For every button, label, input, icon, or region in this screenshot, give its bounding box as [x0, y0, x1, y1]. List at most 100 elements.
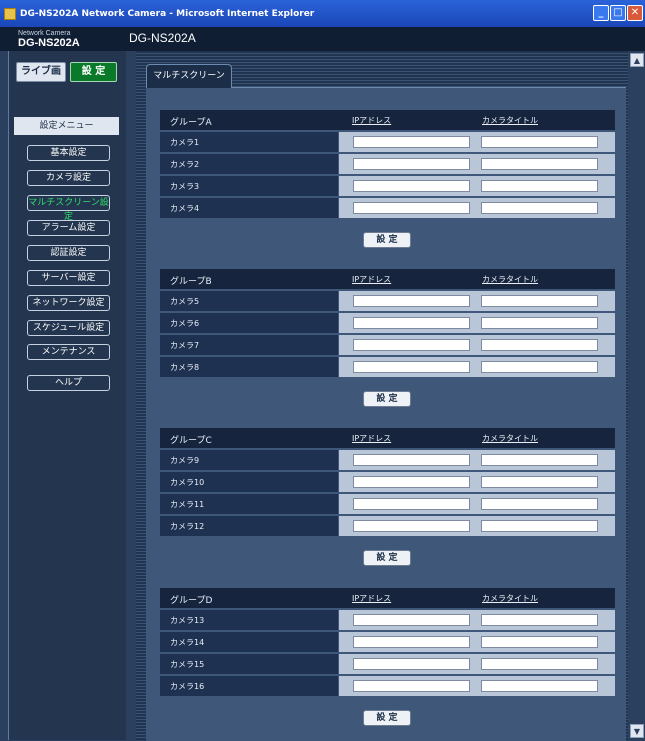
- camera-name: カメラ8: [170, 363, 200, 372]
- camera-title-field[interactable]: [481, 158, 598, 170]
- camera-row-label: カメラ7: [160, 335, 338, 355]
- camera-row-label: カメラ9: [160, 450, 338, 470]
- camera-title-field[interactable]: [481, 454, 598, 466]
- set-button[interactable]: 設 定: [363, 710, 411, 726]
- menu-item-7[interactable]: ネットワーク設定: [27, 295, 110, 311]
- camera-row-label: カメラ6: [160, 313, 338, 333]
- camera-name: カメラ7: [170, 341, 200, 350]
- ip-address-field[interactable]: [353, 658, 470, 670]
- window-titlebar: DG-NS202A Network Camera - Microsoft Int…: [0, 0, 645, 27]
- scrollbar[interactable]: ▲ ▼: [629, 51, 645, 740]
- group-name: グループA: [170, 118, 212, 128]
- ip-address-field[interactable]: [353, 520, 470, 532]
- ip-address-field[interactable]: [353, 202, 470, 214]
- camera-title-field[interactable]: [481, 520, 598, 532]
- menu-item-8[interactable]: スケジュール設定: [27, 320, 110, 336]
- ip-address-field[interactable]: [353, 295, 470, 307]
- camera-name: カメラ11: [170, 500, 205, 509]
- maximize-icon[interactable]: □: [610, 5, 626, 21]
- group-name: グループB: [170, 277, 212, 287]
- ip-address-field[interactable]: [353, 180, 470, 192]
- scroll-up-icon[interactable]: ▲: [630, 53, 644, 67]
- scroll-down-icon[interactable]: ▼: [630, 724, 644, 738]
- set-button[interactable]: 設 定: [363, 550, 411, 566]
- ip-address-field[interactable]: [353, 680, 470, 692]
- camera-title-field[interactable]: [481, 658, 598, 670]
- brand-logo: DG-NS202A: [18, 37, 80, 49]
- camera-row-label: カメラ14: [160, 632, 338, 652]
- camera-name: カメラ1: [170, 138, 200, 147]
- menu-item-9[interactable]: メンテナンス: [27, 344, 110, 360]
- camera-row-label: カメラ4: [160, 198, 338, 218]
- camera-title-field[interactable]: [481, 339, 598, 351]
- camera-title-header: カメラタイトル: [482, 434, 538, 443]
- camera-name: カメラ9: [170, 456, 200, 465]
- camera-name: カメラ2: [170, 160, 200, 169]
- ip-address-field[interactable]: [353, 339, 470, 351]
- camera-row-label: カメラ1: [160, 132, 338, 152]
- ip-address-header: IPアドレス: [352, 116, 392, 125]
- live-mode-button[interactable]: ライブ画: [16, 62, 66, 82]
- setup-mode-button[interactable]: 設 定: [70, 62, 117, 82]
- menu-item-4[interactable]: アラーム設定: [27, 220, 110, 236]
- minimize-icon[interactable]: _: [593, 5, 609, 21]
- menu-item-6[interactable]: サーバー設定: [27, 270, 110, 286]
- camera-name: カメラ14: [170, 638, 205, 647]
- settings-menu-title: 設定メニュー: [14, 117, 119, 135]
- camera-title-field[interactable]: [481, 361, 598, 373]
- camera-row-label: カメラ16: [160, 676, 338, 696]
- camera-title-header: カメラタイトル: [482, 275, 538, 284]
- set-button[interactable]: 設 定: [363, 391, 411, 407]
- ip-address-field[interactable]: [353, 158, 470, 170]
- brand-subtitle: Network Camera: [18, 30, 71, 37]
- app-header: [0, 27, 645, 51]
- menu-item-5[interactable]: 認証設定: [27, 245, 110, 261]
- set-button[interactable]: 設 定: [363, 232, 411, 248]
- camera-title-header: カメラタイトル: [482, 594, 538, 603]
- camera-name: カメラ12: [170, 522, 205, 531]
- camera-name: カメラ3: [170, 182, 200, 191]
- camera-title-field[interactable]: [481, 476, 598, 488]
- camera-title-field[interactable]: [481, 498, 598, 510]
- camera-row-label: カメラ13: [160, 610, 338, 630]
- camera-row-label: カメラ12: [160, 516, 338, 536]
- ip-address-field[interactable]: [353, 361, 470, 373]
- camera-row-label: カメラ2: [160, 154, 338, 174]
- camera-title-header: カメラタイトル: [482, 116, 538, 125]
- ip-address-field[interactable]: [353, 498, 470, 510]
- camera-name: カメラ4: [170, 204, 200, 213]
- ip-address-header: IPアドレス: [352, 594, 392, 603]
- camera-title-field[interactable]: [481, 317, 598, 329]
- ip-address-field[interactable]: [353, 136, 470, 148]
- camera-title-field[interactable]: [481, 180, 598, 192]
- camera-name: カメラ15: [170, 660, 205, 669]
- camera-name: カメラ5: [170, 297, 200, 306]
- camera-title-field[interactable]: [481, 136, 598, 148]
- ie-icon: [4, 7, 16, 20]
- camera-name: カメラ16: [170, 682, 205, 691]
- ip-address-field[interactable]: [353, 454, 470, 466]
- menu-item-1[interactable]: 基本設定: [27, 145, 110, 161]
- menu-item-2[interactable]: カメラ設定: [27, 170, 110, 186]
- camera-row-label: カメラ11: [160, 494, 338, 514]
- camera-title-field[interactable]: [481, 680, 598, 692]
- camera-title-field[interactable]: [481, 202, 598, 214]
- camera-row-label: カメラ3: [160, 176, 338, 196]
- camera-row-label: カメラ5: [160, 291, 338, 311]
- tab-multiscreen[interactable]: マルチスクリーン: [146, 64, 232, 88]
- camera-name: カメラ10: [170, 478, 205, 487]
- window-title: DG-NS202A Network Camera - Microsoft Int…: [20, 8, 315, 19]
- group-name: グループC: [170, 436, 212, 446]
- ip-address-header: IPアドレス: [352, 275, 392, 284]
- ip-address-field[interactable]: [353, 317, 470, 329]
- ip-address-field[interactable]: [353, 476, 470, 488]
- camera-title-field[interactable]: [481, 295, 598, 307]
- close-icon[interactable]: ✕: [627, 5, 643, 21]
- camera-row-label: カメラ15: [160, 654, 338, 674]
- menu-item-3[interactable]: マルチスクリーン設定: [27, 195, 110, 222]
- ip-address-field[interactable]: [353, 636, 470, 648]
- camera-title-field[interactable]: [481, 636, 598, 648]
- camera-title-field[interactable]: [481, 614, 598, 626]
- ip-address-field[interactable]: [353, 614, 470, 626]
- menu-item-10[interactable]: ヘルプ: [27, 375, 110, 391]
